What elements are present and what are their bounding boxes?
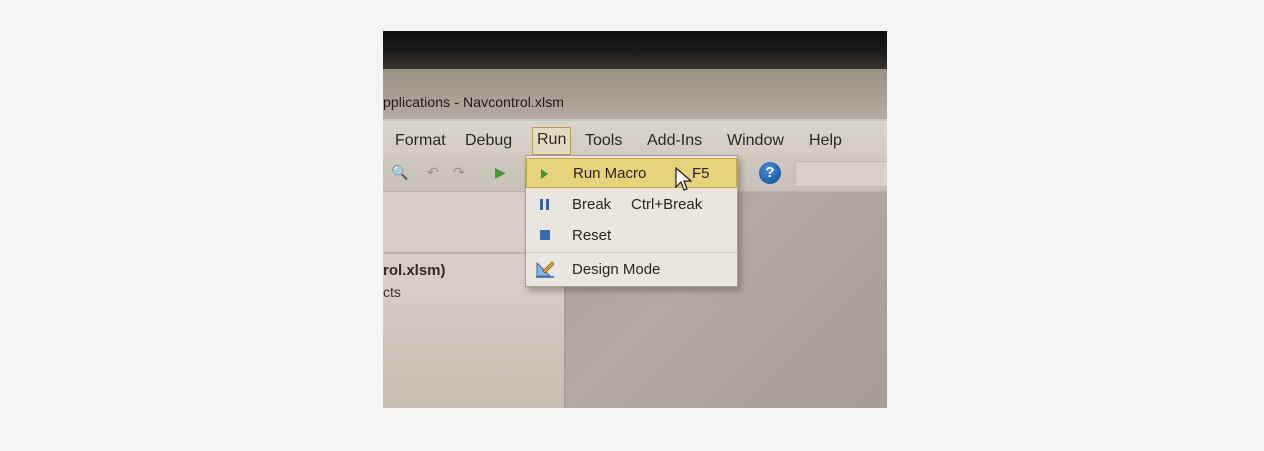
run-icon[interactable]: ▶: [495, 164, 506, 181]
redo-icon[interactable]: ↷: [453, 164, 465, 181]
screen-photo: pplications - Navcontrol.xlsm Format Deb…: [383, 31, 887, 408]
project-tree-objects[interactable]: cts: [383, 284, 401, 300]
menu-item-shortcut: F5: [692, 165, 710, 182]
menu-help[interactable]: Help: [805, 130, 846, 154]
menu-window[interactable]: Window: [723, 130, 788, 154]
menu-item-reset[interactable]: Reset: [526, 221, 737, 251]
menu-item-label: Run Macro: [573, 165, 647, 182]
menu-item-break[interactable]: Break Ctrl+Break: [526, 190, 737, 220]
menu-item-label: Design Mode: [572, 261, 661, 278]
mouse-cursor-icon: [675, 166, 693, 193]
help-icon[interactable]: ?: [759, 162, 781, 184]
project-tree-root[interactable]: rol.xlsm): [383, 262, 446, 279]
menu-bar: Format Debug Run Tools Add-Ins Window He…: [383, 121, 887, 155]
menu-item-label: Reset: [572, 227, 612, 244]
menu-run[interactable]: Run: [532, 127, 572, 155]
run-menu-dropdown: Run Macro F5 Break Ctrl+Break Reset Desi…: [525, 155, 738, 287]
title-bar: pplications - Navcontrol.xlsm: [383, 69, 887, 119]
menu-format[interactable]: Format: [391, 130, 450, 154]
menu-separator: [526, 252, 737, 253]
menu-item-design-mode[interactable]: Design Mode: [526, 255, 737, 285]
menu-item-run-macro[interactable]: Run Macro F5: [526, 158, 737, 188]
toolbar-position-field: [795, 161, 887, 187]
pause-icon: [540, 199, 549, 210]
find-icon[interactable]: 🔍: [391, 164, 408, 181]
menu-add-ins[interactable]: Add-Ins: [643, 130, 706, 154]
undo-icon[interactable]: ↶: [427, 164, 439, 181]
menu-item-label: Break: [572, 196, 612, 213]
menu-debug[interactable]: Debug: [461, 130, 516, 154]
monitor-bezel: [383, 31, 887, 69]
menu-item-shortcut: Ctrl+Break: [631, 196, 703, 213]
stop-icon: [540, 230, 550, 240]
menu-tools[interactable]: Tools: [581, 130, 626, 154]
play-icon: [541, 169, 548, 179]
window-title: pplications - Navcontrol.xlsm: [383, 94, 565, 110]
design-mode-icon: [534, 259, 556, 279]
